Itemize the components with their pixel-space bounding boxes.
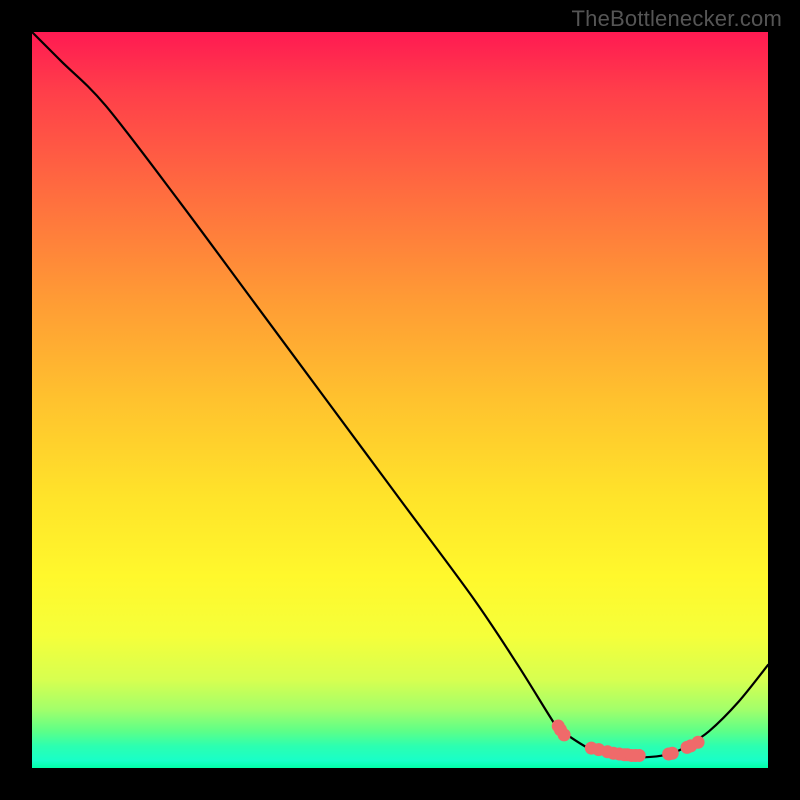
data-marker: [633, 749, 646, 762]
data-marker: [666, 747, 679, 760]
chart-svg: [32, 32, 768, 768]
plot-area: [32, 32, 768, 768]
bottleneck-curve: [32, 32, 768, 758]
data-marker: [558, 728, 571, 741]
data-marker: [692, 736, 705, 749]
watermark-label: TheBottlenecker.com: [572, 6, 782, 32]
chart-frame: TheBottlenecker.com: [0, 0, 800, 800]
